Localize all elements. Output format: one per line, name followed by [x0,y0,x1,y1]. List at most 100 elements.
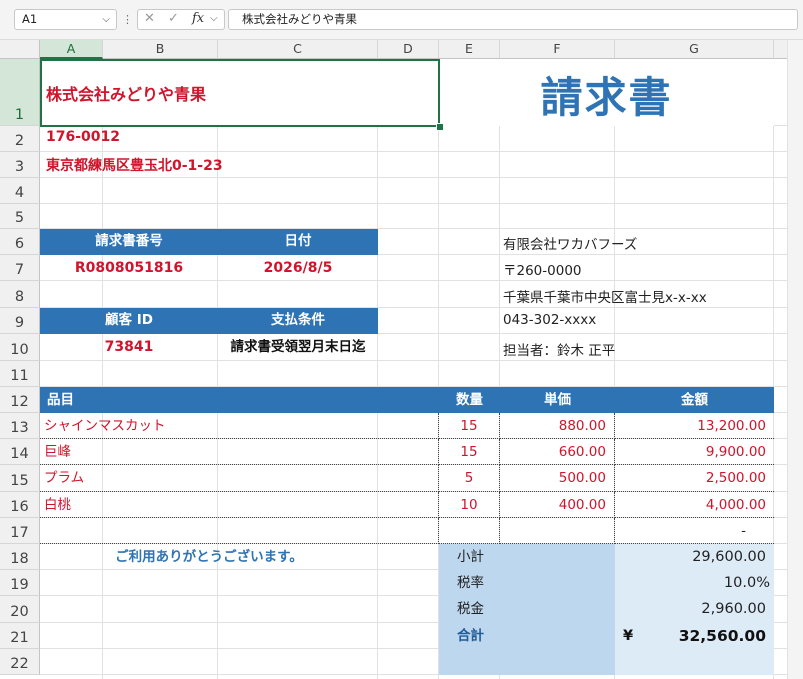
name-box-value: A1 [22,12,38,26]
item-name[interactable]: シャインマスカット [40,413,439,439]
selection-border [40,59,440,127]
fill-handle[interactable] [436,123,444,131]
tax-rate-label[interactable]: 税率 [457,570,484,596]
header-customer-id[interactable]: 顧客 ID [40,308,218,334]
row-header-3[interactable]: 3 [0,152,40,178]
col-header-h[interactable] [774,40,788,59]
col-header-d[interactable]: D [378,40,439,59]
item-qty[interactable]: 10 [439,492,500,518]
row-header-15[interactable]: 15 [0,465,40,492]
row-header-1[interactable]: 1 [0,59,40,126]
recipient-zip[interactable]: 〒260-0000 [503,259,582,279]
tax-value[interactable]: 2,960.00 [615,596,774,623]
header-amount[interactable]: 金額 [615,387,774,413]
row-header-16[interactable]: 16 [0,492,40,518]
row-header-20[interactable]: 20 [0,596,40,623]
row-header-18[interactable]: 18 [0,544,40,570]
invoice-no[interactable]: R0808051816 [40,255,218,281]
col-header-g[interactable]: G [615,40,774,59]
company-zip[interactable]: 176-0012 [46,129,120,145]
item-price[interactable]: 500.00 [500,465,615,492]
tax-label[interactable]: 税金 [457,596,484,623]
gridline [102,59,103,679]
item-price[interactable]: 880.00 [500,413,615,439]
row-header-8[interactable]: 8 [0,281,40,308]
row-header-10[interactable]: 10 [0,334,40,361]
row-header-19[interactable]: 19 [0,570,40,596]
header-date[interactable]: 日付 [218,229,378,255]
header-price[interactable]: 単価 [500,387,615,413]
row-header-6[interactable]: 6 [0,229,40,255]
row-header-9[interactable]: 9 [0,308,40,334]
company-address[interactable]: 東京都練馬区豊玉北0-1-23 [46,155,223,175]
item-name[interactable]: プラム [40,465,439,492]
gridline [40,177,788,178]
invoice-title: 請求書 [540,73,673,122]
col-header-c[interactable]: C [218,40,378,59]
tax-rate-value[interactable]: 10.0% [615,570,774,596]
item-amount[interactable]: 4,000.00 [615,492,774,518]
payment-terms[interactable]: 請求書受領翌月末日迄 [218,334,378,361]
formula-input[interactable]: 株式会社みどりや青果 [228,9,798,30]
item-price[interactable]: 400.00 [500,492,615,518]
row-header-5[interactable]: 5 [0,204,40,229]
item-price[interactable]: 660.00 [500,439,615,465]
row-header-2[interactable]: 2 [0,126,40,152]
customer-id[interactable]: 73841 [40,334,218,361]
select-all-corner[interactable] [0,40,40,59]
item-qty[interactable]: 15 [439,413,500,439]
subtotal-value[interactable]: 29,600.00 [615,544,774,570]
chevron-down-icon[interactable]: ⌵ [102,10,110,29]
item-qty[interactable]: 15 [439,439,500,465]
insert-function-icon[interactable]: fx [192,11,204,26]
sheet-grid[interactable]: A B C D E F G 1 2 3 4 5 6 7 8 9 10 11 12… [0,40,803,679]
invoice-date[interactable]: 2026/8/5 [218,255,378,281]
header-payment-terms[interactable]: 支払条件 [218,308,378,334]
formula-buttons: ✕ ✓ fx ⌵ [137,9,225,30]
more-options-icon[interactable]: ⋮ [122,13,133,26]
enter-check-icon[interactable]: ✓ [168,11,179,26]
total-label[interactable]: 合計 [457,623,484,649]
item-amount[interactable]: 9,900.00 [615,439,774,465]
recipient-address[interactable]: 千葉県千葉市中央区富士見x-x-xx [503,286,707,306]
col-header-f[interactable]: F [500,40,615,59]
recipient-contact[interactable]: 担当者：鈴木 正平 [503,339,615,359]
row-header-17[interactable]: 17 [0,518,40,544]
recipient-name[interactable]: 有限会社ワカバフーズ [503,233,637,253]
col-header-a[interactable]: A [40,40,103,59]
item-name[interactable] [40,518,439,544]
item-qty[interactable]: 5 [439,465,500,492]
name-box[interactable]: A1 ⌵ [14,9,117,30]
subtotal-label[interactable]: 小計 [457,544,484,570]
col-header-b[interactable]: B [103,40,218,59]
recipient-phone[interactable]: 043-302-xxxx [503,312,596,328]
item-amount[interactable]: 13,200.00 [615,413,774,439]
row-header-7[interactable]: 7 [0,255,40,281]
row-header-21[interactable]: 21 [0,623,40,649]
row-header-4[interactable]: 4 [0,178,40,204]
item-amount[interactable]: 2,500.00 [615,465,774,492]
item-qty[interactable] [439,518,500,544]
item-name[interactable]: 巨峰 [40,439,439,465]
col-header-e[interactable]: E [439,40,500,59]
gridline [40,151,788,152]
invoice-title-cell[interactable]: 請求書 [439,59,774,126]
row-header-11[interactable]: 11 [0,361,40,387]
item-price[interactable] [500,518,615,544]
row-header-14[interactable]: 14 [0,439,40,465]
row-header-22[interactable]: 22 [0,649,40,675]
cancel-icon[interactable]: ✕ [144,11,155,26]
gridline [40,203,788,204]
total-value[interactable]: 32,560.00 [615,623,774,649]
item-amount[interactable]: - [615,518,774,544]
header-qty[interactable]: 数量 [439,387,500,413]
header-item[interactable]: 品目 [47,387,74,413]
row-header-12[interactable]: 12 [0,387,40,413]
item-name[interactable]: 白桃 [40,492,439,518]
row-header-13[interactable]: 13 [0,413,40,439]
thanks-message[interactable]: ご利用ありがとうございます。 [40,544,378,570]
vertical-scrollbar[interactable] [787,40,803,679]
header-invoice-no[interactable]: 請求書番号 [40,229,218,255]
fx-chevron-icon[interactable]: ⌵ [210,13,218,24]
gridline [377,59,378,679]
